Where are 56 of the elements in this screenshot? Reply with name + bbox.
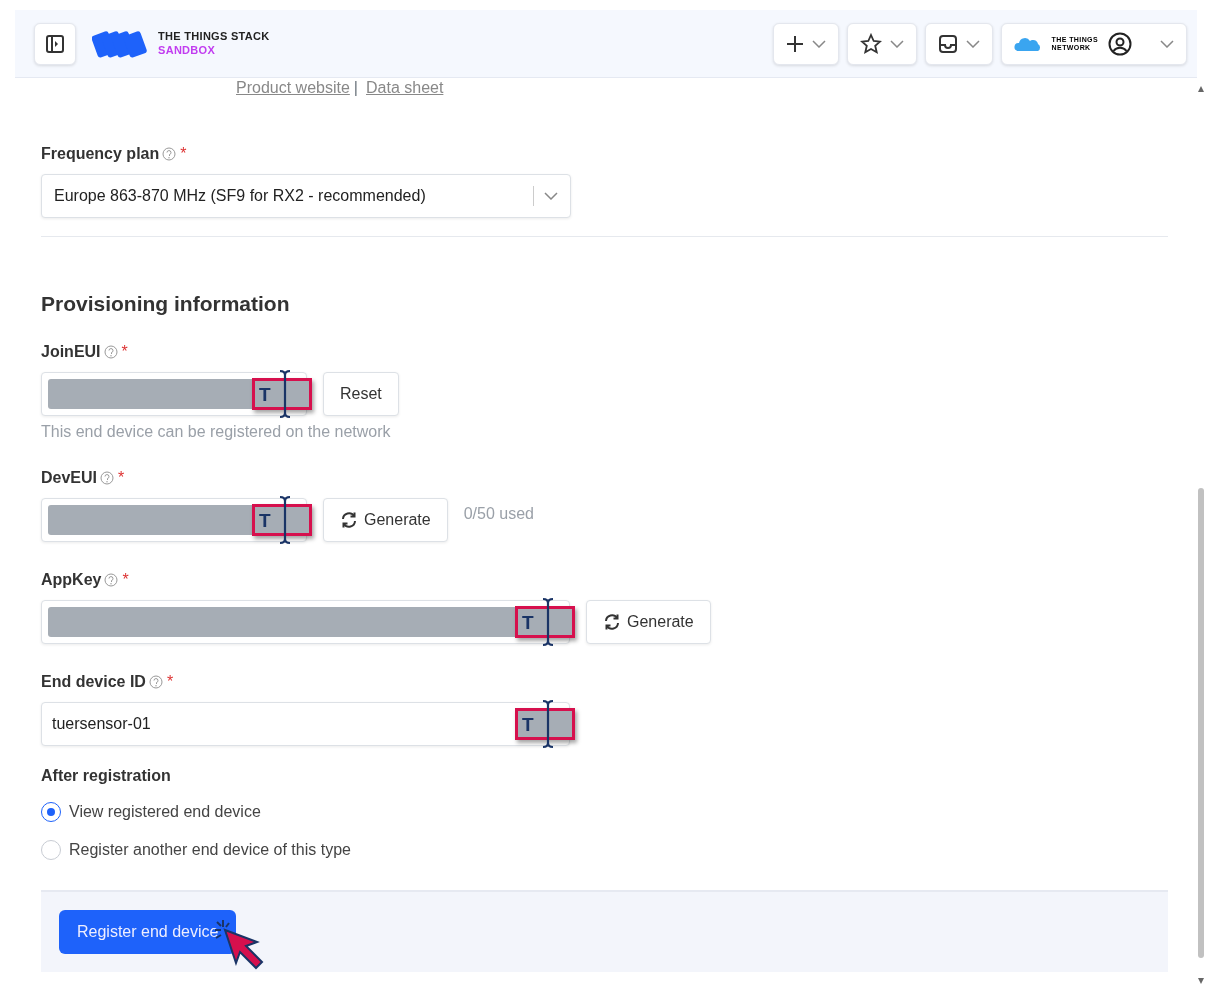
- brand-title: THE THINGS STACK: [158, 30, 270, 44]
- required-mark: *: [122, 570, 129, 591]
- text-cursor-icon: [278, 369, 292, 420]
- text-cursor-icon: [541, 699, 555, 750]
- text-cursor-icon: [278, 495, 292, 546]
- section-title: Provisioning information: [41, 291, 291, 317]
- chevron-down-icon: [1160, 39, 1174, 48]
- field-label: AppKey: [41, 570, 102, 591]
- radio-option[interactable]: Register another end device of this type: [41, 838, 1168, 863]
- required-mark: *: [121, 342, 128, 363]
- plus-icon: [785, 34, 804, 53]
- register-button[interactable]: Register end device: [59, 910, 237, 955]
- refresh-icon: [340, 511, 358, 530]
- star-icon: [859, 32, 882, 55]
- help-icon: [103, 345, 118, 360]
- help-icon: [162, 147, 177, 161]
- radio-button[interactable]: [41, 802, 61, 823]
- chevron-down-icon: [544, 192, 558, 200]
- chevron-down-icon: [965, 39, 980, 48]
- help-icon: [100, 471, 115, 486]
- help-icon: [104, 573, 119, 588]
- bookmarks-menu-button[interactable]: [846, 22, 917, 65]
- add-menu-button[interactable]: [772, 22, 839, 65]
- reset-button[interactable]: Reset: [323, 372, 399, 417]
- field-label: After registration: [41, 766, 172, 787]
- help-icon: [148, 675, 163, 690]
- frequency-plan-select[interactable]: Europe 863-870 MHz (SF9 for RX2 - recommended): [41, 174, 571, 218]
- usage-count: 0/50 used: [463, 504, 534, 525]
- generate-button[interactable]: Generate: [586, 600, 711, 645]
- radio-option[interactable]: View registered end device: [41, 800, 1168, 825]
- text-cursor-icon: [541, 597, 555, 648]
- link[interactable]: Data sheet: [366, 76, 444, 100]
- brand-subtitle: SANDBOX: [158, 43, 217, 57]
- notifications-menu-button[interactable]: [924, 22, 993, 65]
- chevron-down-icon: [811, 39, 826, 48]
- sidebar-toggle-button[interactable]: [34, 22, 76, 65]
- sidebar-icon: [45, 33, 65, 54]
- field-value: tuersensor-01: [51, 714, 151, 735]
- field-label: JoinEUI: [41, 342, 101, 363]
- required-mark: *: [180, 144, 187, 164]
- field-label: DevEUI: [41, 468, 98, 489]
- chevron-down-icon: [889, 39, 904, 48]
- required-mark: *: [166, 672, 174, 693]
- user-icon: [1108, 31, 1132, 56]
- selected-value: Europe 863-870 MHz (SF9 for RX2 - recommended): [54, 186, 426, 206]
- logo-icon: [92, 28, 150, 59]
- refresh-icon: [603, 613, 621, 632]
- required-mark: *: [118, 468, 125, 489]
- link[interactable]: Product website: [236, 76, 350, 100]
- link-separator: |: [353, 78, 358, 98]
- inbox-icon: [937, 33, 958, 54]
- helper-text: This end device can be registered on the network: [41, 422, 392, 443]
- cloud-icon: [1013, 35, 1042, 52]
- generate-button[interactable]: Generate: [323, 498, 448, 543]
- field-label: Frequency plan: [41, 144, 160, 164]
- field-label: End device ID: [41, 672, 146, 693]
